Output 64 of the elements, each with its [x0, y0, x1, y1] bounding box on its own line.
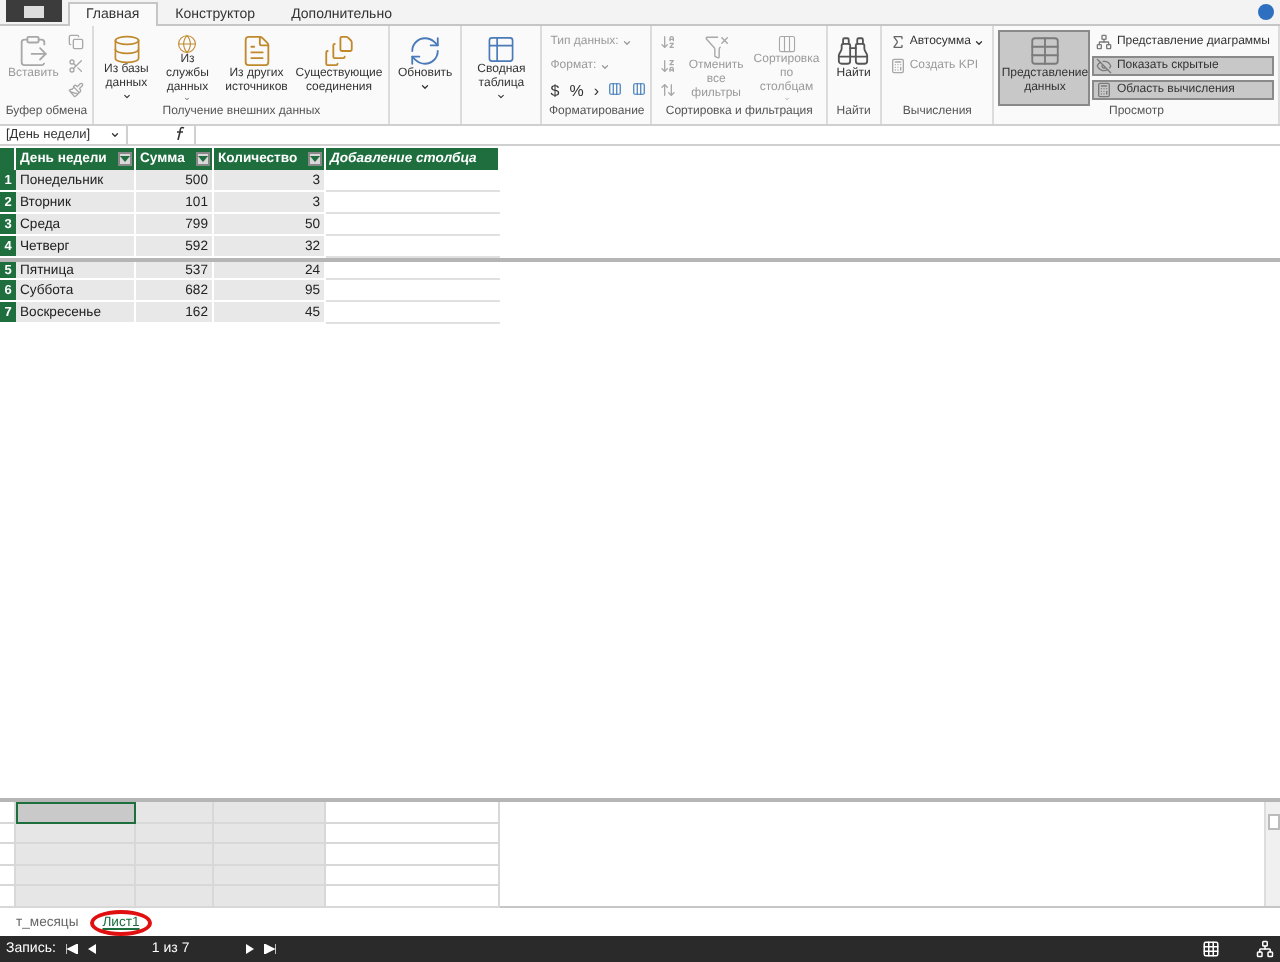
tool-icon: [660, 82, 677, 98]
tool-icon: [1096, 58, 1113, 74]
caret-icon: [496, 92, 507, 102]
calc-cell[interactable]: [16, 823, 136, 845]
tool-icon: [660, 34, 677, 50]
tool-icon: [660, 58, 677, 74]
calc-cell[interactable]: [16, 844, 136, 866]
scrollbar[interactable]: [1264, 802, 1280, 907]
caret-icon: [622, 37, 633, 47]
tool-icon: [109, 34, 144, 65]
tool-icon: [16, 34, 51, 68]
calc-cell[interactable]: [214, 865, 326, 887]
calc-cell[interactable]: [326, 802, 500, 824]
number-format-button[interactable]: ›: [593, 82, 599, 100]
tool-icon: [1027, 34, 1062, 68]
tool-icon: [1096, 82, 1113, 98]
next-record-button[interactable]: [245, 944, 254, 955]
tool-icon: [484, 34, 519, 65]
file-menu-button[interactable]: [6, 0, 62, 22]
file-menu-icon: [24, 5, 44, 17]
tool-icon: [68, 82, 85, 98]
calc-cell[interactable]: [214, 844, 326, 866]
caret-icon: [974, 37, 985, 47]
diagram-view-icon[interactable]: [1256, 940, 1274, 959]
number-format-button[interactable]: %: [569, 82, 584, 100]
grid-view-icon[interactable]: [1202, 940, 1220, 959]
filter-icon[interactable]: [308, 152, 322, 166]
selected-cell[interactable]: [16, 802, 136, 824]
tool-icon: [68, 34, 85, 50]
help-icon[interactable]: [1258, 4, 1274, 20]
calc-cell[interactable]: [136, 823, 214, 845]
calc-cell[interactable]: [214, 886, 326, 908]
caret-icon: [420, 82, 431, 92]
first-record-button[interactable]: [65, 944, 78, 955]
last-record-button[interactable]: [263, 944, 276, 955]
number-format-button[interactable]: $: [550, 82, 560, 100]
calc-cell[interactable]: [136, 886, 214, 908]
calc-cell[interactable]: [326, 823, 500, 845]
tool-icon: [68, 58, 85, 74]
calc-cell[interactable]: [214, 823, 326, 845]
previous-record-button[interactable]: [87, 944, 96, 955]
calc-cell[interactable]: [136, 802, 214, 824]
increase-decimal-button[interactable]: [608, 82, 623, 100]
tool-icon: [239, 34, 274, 68]
tool-icon: [889, 58, 906, 74]
tool-icon: [408, 34, 443, 68]
tool-icon: [836, 34, 871, 68]
tool-icon: [321, 34, 356, 68]
calc-cell[interactable]: [326, 886, 500, 908]
calc-cell[interactable]: [326, 865, 500, 887]
tool-icon: [1096, 34, 1113, 50]
caret-icon: [110, 130, 120, 140]
calc-cell[interactable]: [16, 886, 136, 908]
tool-icon: [889, 34, 906, 50]
caret-icon: [121, 92, 132, 102]
filter-icon[interactable]: [118, 152, 132, 166]
caret-icon: [600, 61, 611, 71]
select-all-corner[interactable]: [0, 148, 16, 170]
calc-cell[interactable]: [16, 865, 136, 887]
tool-icon: [699, 34, 734, 60]
calc-cell[interactable]: [214, 802, 326, 824]
decrease-decimal-button[interactable]: [632, 82, 647, 100]
filter-icon[interactable]: [196, 152, 210, 166]
calc-cell[interactable]: [326, 844, 500, 866]
